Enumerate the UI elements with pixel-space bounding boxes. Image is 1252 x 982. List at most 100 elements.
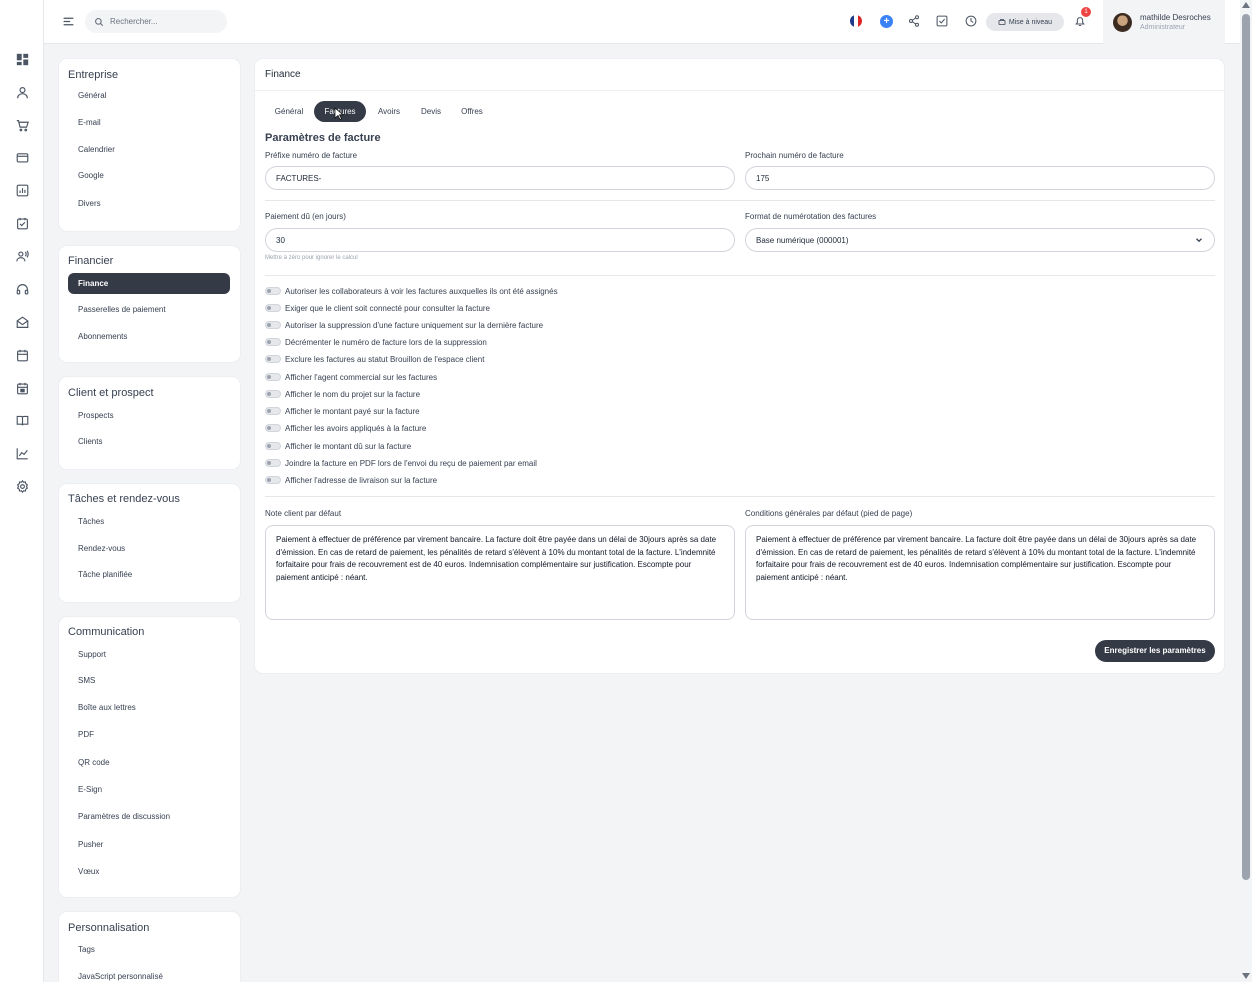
- avatar: [1113, 12, 1132, 32]
- sidebar-item-tags[interactable]: Tags: [68, 939, 230, 960]
- sidebar-item-clients[interactable]: Clients: [68, 431, 230, 452]
- checklist-icon[interactable]: [935, 14, 949, 28]
- search-icon: [95, 17, 104, 26]
- toggle-row[interactable]: Exclure les factures au statut Brouillon…: [265, 353, 484, 365]
- sidebar-group-title: Communication: [68, 626, 145, 638]
- sidebar-item-greetings[interactable]: Vœux: [68, 861, 230, 882]
- sidebar-group-financier: Financier Finance Passerelles de paiemen…: [59, 246, 240, 362]
- format-label: Format de numérotation des factures: [745, 212, 877, 221]
- sidebar-item-appointments[interactable]: Rendez-vous: [68, 538, 230, 559]
- sidebar-item-mailbox[interactable]: Boîte aux lettres: [68, 697, 230, 718]
- sidebar-item-scheduled-task[interactable]: Tâche planifiée: [68, 564, 230, 585]
- toggle-switch[interactable]: [265, 459, 281, 467]
- icon-rail: [0, 0, 44, 982]
- sidebar-item-pusher[interactable]: Pusher: [68, 834, 230, 855]
- prefix-input[interactable]: FACTURES-: [265, 166, 735, 190]
- toggle-row[interactable]: Afficher le montant payé sur la facture: [265, 405, 420, 417]
- search-box[interactable]: [85, 10, 227, 33]
- toggle-switch[interactable]: [265, 390, 281, 398]
- sidebar-item-subscriptions[interactable]: Abonnements: [68, 326, 230, 347]
- tab-credit-notes[interactable]: Avoirs: [370, 101, 408, 122]
- settings-icon[interactable]: [14, 478, 30, 494]
- share-icon[interactable]: [907, 14, 921, 28]
- sidebar-item-qr-code[interactable]: QR code: [68, 752, 230, 773]
- toggle-row[interactable]: Afficher l'agent commercial sur les fact…: [265, 371, 437, 383]
- toggle-switch[interactable]: [265, 373, 281, 381]
- sidebar-item-esign[interactable]: E-Sign: [68, 779, 230, 800]
- toggle-label: Afficher les avoirs appliqués à la factu…: [285, 423, 427, 433]
- toggle-row[interactable]: Afficher l'adresse de livraison sur la f…: [265, 474, 437, 486]
- contacts-icon[interactable]: [14, 248, 30, 264]
- sidebar-item-sms[interactable]: SMS: [68, 670, 230, 691]
- sidebar-item-custom-js[interactable]: JavaScript personnalisé: [68, 966, 230, 982]
- page-scrollbar[interactable]: [1240, 0, 1252, 982]
- scroll-down-icon[interactable]: [1242, 973, 1250, 979]
- toggle-row[interactable]: Joindre la facture en PDF lors de l'envo…: [265, 457, 537, 469]
- toggle-row[interactable]: Décrémenter le numéro de facture lors de…: [265, 336, 487, 348]
- report-icon[interactable]: [14, 182, 30, 198]
- toggle-switch[interactable]: [265, 442, 281, 450]
- sidebar-item-google[interactable]: Google: [68, 165, 230, 186]
- sidebar-item-payment-gateways[interactable]: Passerelles de paiement: [68, 299, 230, 320]
- notification-badge: 1: [1081, 7, 1091, 17]
- book-icon[interactable]: [14, 412, 30, 428]
- tab-offers[interactable]: Offres: [454, 101, 490, 122]
- cart-icon[interactable]: [14, 117, 30, 133]
- toggle-row[interactable]: Afficher les avoirs appliqués à la factu…: [265, 422, 426, 434]
- mail-icon[interactable]: [14, 314, 30, 330]
- sidebar-item-general[interactable]: Général: [68, 85, 230, 106]
- sidebar-item-email[interactable]: E-mail: [68, 112, 230, 133]
- sidebar-item-chat-settings[interactable]: Paramètres de discussion: [68, 806, 230, 827]
- toggle-label: Afficher le nom du projet sur la facture: [285, 389, 421, 399]
- sidebar-item-finance[interactable]: Finance: [68, 273, 230, 294]
- menu-toggle-icon[interactable]: [60, 13, 76, 29]
- toggle-row[interactable]: Afficher le montant dû sur la facture: [265, 440, 411, 452]
- scroll-up-icon[interactable]: [1242, 2, 1250, 8]
- user-menu[interactable]: mathilde Desroches Administrateur: [1103, 0, 1225, 44]
- event-icon[interactable]: [14, 380, 30, 396]
- section-title: Paramètres de facture: [265, 132, 381, 144]
- add-icon[interactable]: +: [880, 15, 893, 28]
- save-settings-button[interactable]: Enregistrer les paramètres: [1095, 640, 1215, 662]
- sidebar-item-tasks[interactable]: Tâches: [68, 511, 230, 532]
- user-icon[interactable]: [14, 84, 30, 100]
- toggle-row[interactable]: Afficher le nom du projet sur la facture: [265, 388, 420, 400]
- sidebar-group-communication: Communication Support SMS Boîte aux lett…: [59, 617, 240, 897]
- upgrade-button[interactable]: Mise à niveau: [986, 13, 1064, 31]
- format-select-value: Base numérique (000001): [756, 235, 849, 245]
- toggle-label: Exiger que le client soit connecté pour …: [285, 303, 491, 313]
- task-icon[interactable]: [14, 215, 30, 231]
- toggle-switch[interactable]: [265, 424, 281, 432]
- sidebar-item-support[interactable]: Support: [68, 644, 230, 665]
- sidebar-item-calendar[interactable]: Calendrier: [68, 139, 230, 160]
- tab-quotes[interactable]: Devis: [414, 101, 448, 122]
- sidebar-item-misc[interactable]: Divers: [68, 193, 230, 214]
- clock-icon[interactable]: [964, 14, 978, 28]
- calendar-icon[interactable]: [14, 347, 30, 363]
- next-number-input[interactable]: 175: [745, 166, 1215, 190]
- chart-icon[interactable]: [14, 445, 30, 461]
- search-input[interactable]: [110, 17, 220, 26]
- toggle-switch[interactable]: [265, 476, 281, 484]
- toggle-row[interactable]: Autoriser la suppression d'une facture u…: [265, 319, 543, 331]
- toggle-switch[interactable]: [265, 304, 281, 312]
- headset-icon[interactable]: [14, 281, 30, 297]
- wallet-icon[interactable]: [14, 149, 30, 165]
- terms-textarea[interactable]: Paiement à effectuer de préférence par v…: [745, 525, 1215, 620]
- due-days-input[interactable]: 30: [265, 228, 735, 252]
- toggle-row[interactable]: Autoriser les collaborateurs à voir les …: [265, 285, 558, 297]
- format-select[interactable]: Base numérique (000001): [745, 228, 1215, 252]
- scroll-thumb[interactable]: [1242, 14, 1250, 880]
- toggle-switch[interactable]: [265, 355, 281, 363]
- toggle-switch[interactable]: [265, 287, 281, 295]
- toggle-switch[interactable]: [265, 321, 281, 329]
- toggle-switch[interactable]: [265, 338, 281, 346]
- toggle-row[interactable]: Exiger que le client soit connecté pour …: [265, 302, 490, 314]
- sidebar-item-pdf[interactable]: PDF: [68, 724, 230, 745]
- sidebar-item-prospects[interactable]: Prospects: [68, 405, 230, 426]
- toggle-switch[interactable]: [265, 407, 281, 415]
- french-flag-icon[interactable]: [850, 15, 862, 27]
- dashboard-icon[interactable]: [14, 51, 30, 67]
- client-note-textarea[interactable]: Paiement à effectuer de préférence par v…: [265, 525, 735, 620]
- tab-general[interactable]: Général: [265, 101, 313, 122]
